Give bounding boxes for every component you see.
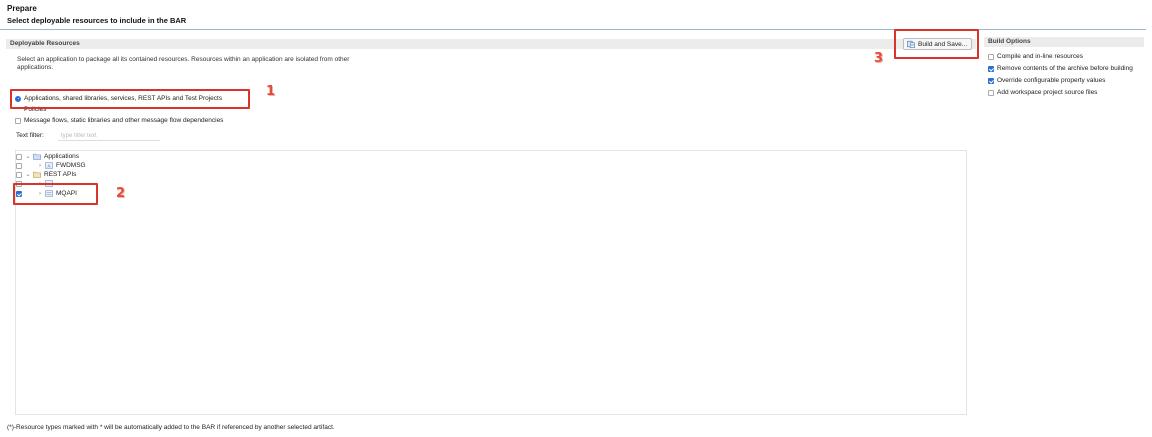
page-subtitle: Select deployable resources to include i… (7, 16, 187, 25)
add-source-files-checkbox[interactable] (988, 89, 994, 96)
tree-label-rest-apis: REST APIs (44, 171, 77, 178)
option-remove-contents[interactable]: Remove contents of the archive before bu… (988, 65, 1133, 72)
chevron-down-icon[interactable]: ⌄ (25, 172, 31, 178)
text-filter-input[interactable] (58, 132, 160, 141)
deployable-resources-header: Deployable Resources (6, 39, 976, 49)
chevron-down-icon[interactable]: ⌄ (25, 154, 31, 160)
rest-api-icon (45, 190, 53, 197)
application-icon: A (45, 162, 53, 169)
chevron-right-icon[interactable]: › (37, 191, 43, 197)
tree-label-fwdmsg: FWDMSG (56, 162, 86, 169)
message-flows-checkbox[interactable] (15, 117, 21, 124)
checkbox-message-flows[interactable]: Message flows, static libraries and othe… (15, 117, 223, 124)
radio-applications-label: Applications, shared libraries, services… (24, 95, 223, 102)
message-flows-label: Message flows, static libraries and othe… (24, 117, 224, 124)
tree-row-fwdmsg[interactable]: › A FWDMSG (16, 161, 86, 170)
footer-note: (*)-Resource types marked with * will be… (7, 424, 335, 431)
applications-checkbox[interactable] (16, 153, 22, 160)
option-override-properties[interactable]: Override configurable property values (988, 77, 1105, 84)
deployable-description: Select an application to package all its… (17, 56, 350, 71)
folder-icon (33, 171, 41, 178)
remove-contents-checkbox[interactable] (988, 65, 994, 72)
build-options-header: Build Options (984, 37, 1144, 47)
tree-row-applications[interactable]: ⌄ Applications (16, 152, 79, 161)
text-filter-label: Text filter: (16, 132, 44, 139)
rest-api-icon (45, 180, 53, 187)
chevron-right-icon[interactable]: › (37, 163, 43, 169)
radio-applications-indicator[interactable] (15, 95, 21, 102)
tree-label-mqapi: MQAPI (56, 190, 77, 197)
chevron-right-icon[interactable]: › (37, 181, 43, 187)
option-compile-inline[interactable]: Compile and in-line resources (988, 53, 1083, 60)
radio-applications[interactable]: Applications, shared libraries, services… (15, 95, 222, 102)
resource-tree[interactable]: ⌄ Applications › A FWDMSG ⌄ REST APIs › … (15, 150, 967, 415)
hidden-api-checkbox[interactable] (16, 180, 22, 187)
radio-policies-label: Policies (24, 106, 47, 113)
tree-row-mqapi[interactable]: › MQAPI (16, 189, 77, 198)
build-and-save-label: Build and Save... (918, 40, 968, 48)
tree-row-rest-apis[interactable]: ⌄ REST APIs (16, 170, 76, 179)
page-title: Prepare (7, 4, 37, 13)
radio-policies[interactable]: Policies (15, 106, 46, 113)
tree-row-hidden-api[interactable]: › ... (16, 179, 61, 188)
override-properties-checkbox[interactable] (988, 77, 994, 84)
tree-label-applications: Applications (44, 153, 80, 160)
build-and-save-button[interactable]: Build and Save... (903, 38, 972, 50)
rest-apis-checkbox[interactable] (16, 171, 22, 178)
mqapi-checkbox[interactable] (16, 190, 22, 197)
build-icon (907, 40, 915, 48)
header-divider (0, 29, 1146, 30)
remove-contents-label: Remove contents of the archive before bu… (997, 65, 1133, 72)
add-source-files-label: Add workspace project source files (997, 89, 1098, 96)
fwdmsg-checkbox[interactable] (16, 162, 22, 169)
override-properties-label: Override configurable property values (997, 77, 1106, 84)
tree-label-hidden-api: ... (56, 180, 62, 187)
folder-icon (33, 153, 41, 160)
svg-text:A: A (48, 163, 51, 168)
compile-inline-checkbox[interactable] (988, 53, 994, 60)
compile-inline-label: Compile and in-line resources (997, 53, 1083, 60)
option-add-source-files[interactable]: Add workspace project source files (988, 89, 1097, 96)
callout-number-2: 2 (116, 186, 126, 201)
callout-number-3: 3 (874, 51, 884, 66)
callout-number-1: 1 (266, 84, 276, 99)
